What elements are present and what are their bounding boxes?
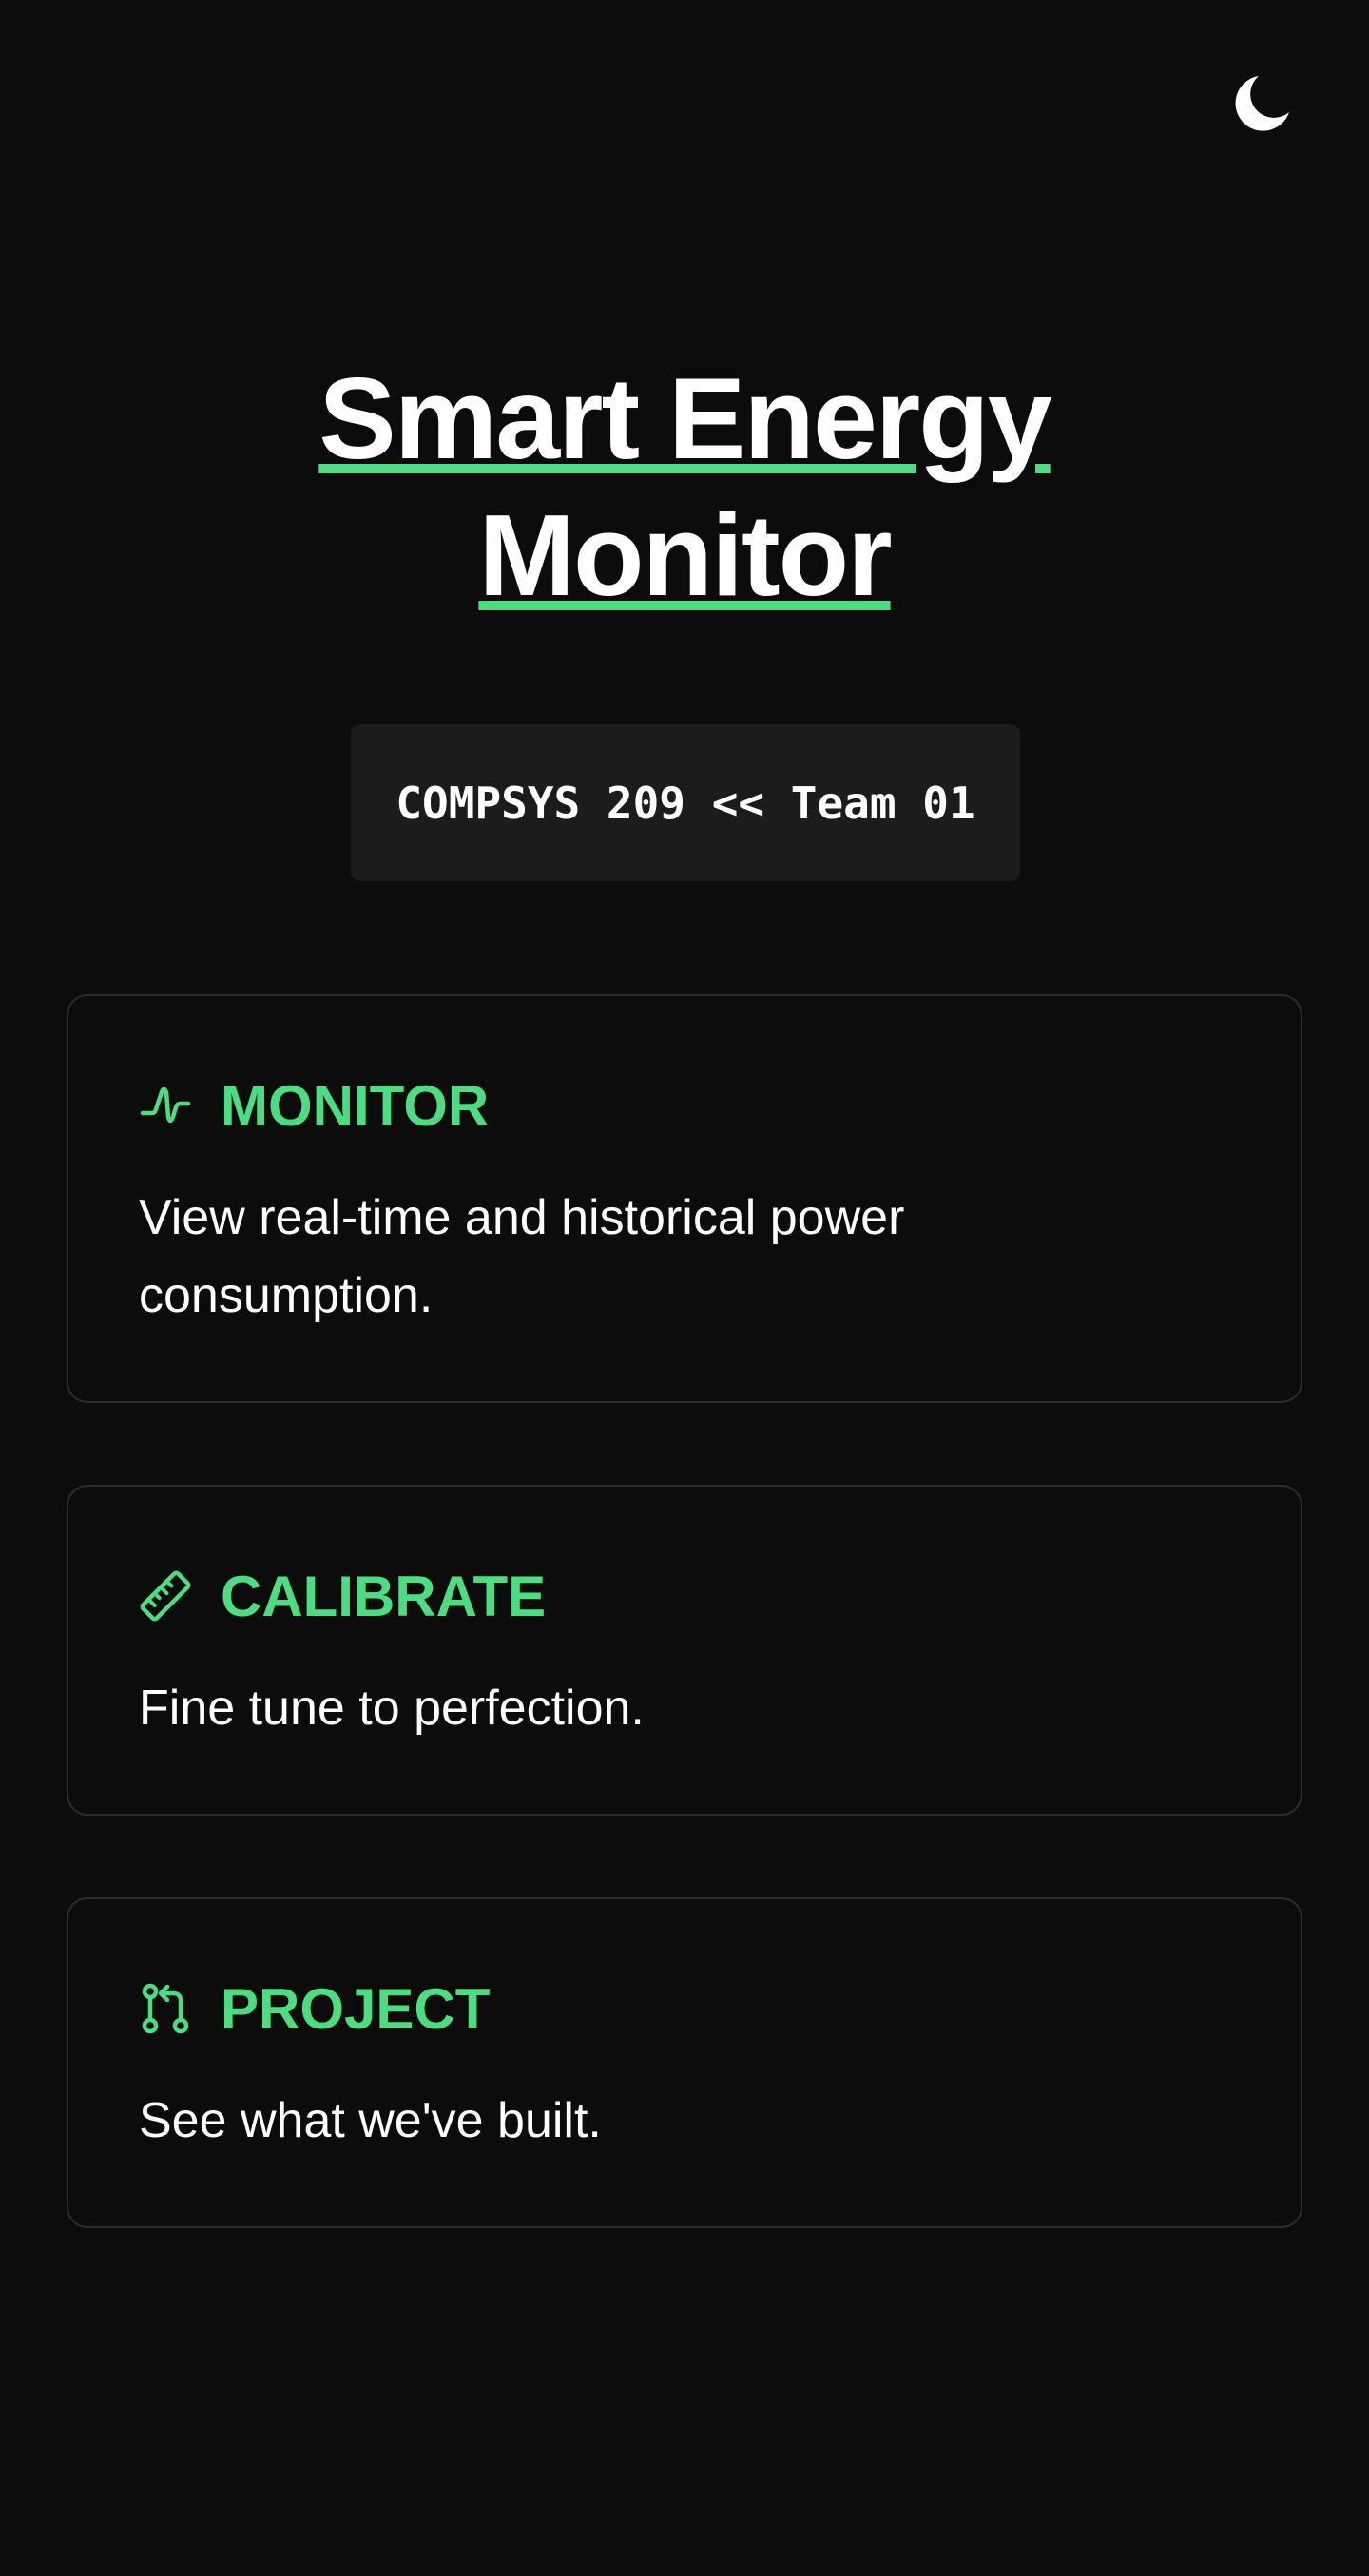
calibrate-card-description: Fine tune to perfection. <box>139 1681 645 1736</box>
activity-wave-icon <box>140 1086 191 1124</box>
moon-icon <box>1235 76 1289 131</box>
project-card-title: PROJECT <box>221 1976 491 2041</box>
monitor-card[interactable]: MONITOR View real-time and historical po… <box>67 994 1302 1403</box>
ruler-icon <box>140 1570 191 1622</box>
team-badge: COMPSYS 209 << Team 01 <box>351 724 1020 881</box>
calibrate-card-title: CALIBRATE <box>221 1564 547 1628</box>
calibrate-card-header: CALIBRATE <box>139 1563 546 1629</box>
project-card-description: See what we've built. <box>139 2093 602 2148</box>
project-card-header: PROJECT <box>139 1975 490 2042</box>
git-pull-request-icon <box>142 1983 189 2034</box>
monitor-card-description: View real-time and historical power cons… <box>139 1190 905 1323</box>
theme-toggle-button[interactable] <box>1230 72 1293 135</box>
page-title: Smart Energy Monitor <box>0 350 1369 624</box>
monitor-card-header: MONITOR <box>139 1072 489 1139</box>
project-card[interactable]: PROJECT See what we've built. <box>67 1897 1302 2228</box>
calibrate-card[interactable]: CALIBRATE Fine tune to perfection. <box>67 1485 1302 1816</box>
title-line-2: Monitor <box>478 490 892 620</box>
title-line-1: Smart Energy <box>318 354 1051 483</box>
monitor-card-title: MONITOR <box>221 1073 490 1138</box>
